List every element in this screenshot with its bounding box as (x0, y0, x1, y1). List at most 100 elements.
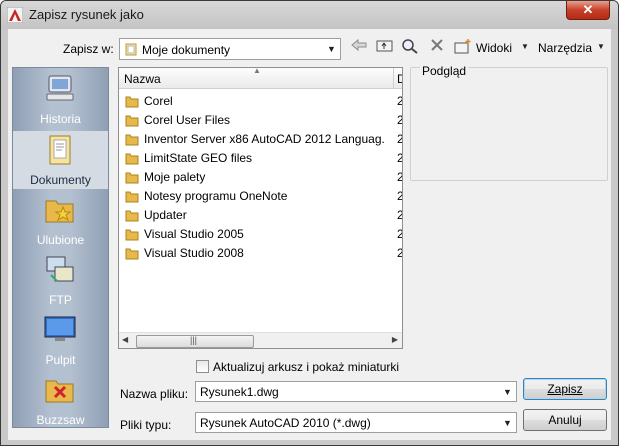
new-folder-icon (454, 39, 471, 54)
place-label: Buzzsaw (36, 413, 85, 427)
list-item[interactable]: Corel User Files 2 (119, 111, 402, 130)
back-button[interactable] (348, 38, 370, 58)
place-buzzsaw[interactable]: Buzzsaw (13, 371, 108, 429)
file-list[interactable]: ▲ Nazwa D Corel 2 Corel User Files 2 Invento… (118, 67, 403, 349)
file-date: 2 (397, 113, 402, 127)
folder-icon (125, 191, 139, 203)
place-documents[interactable]: Dokumenty (13, 131, 108, 189)
folder-icon (125, 210, 139, 222)
title-bar[interactable]: Zapisz rysunek jako ✕ (1, 1, 618, 29)
file-name: Visual Studio 2008 (144, 246, 244, 260)
file-name: Moje palety (144, 170, 206, 184)
save-button-label: Zapisz (547, 382, 583, 396)
file-date: 2 (397, 151, 402, 165)
file-date: 2 (397, 170, 402, 184)
list-item[interactable]: Updater 2 (119, 206, 402, 225)
place-label: Dokumenty (30, 173, 91, 187)
sort-ascending-icon: ▲ (253, 67, 261, 75)
folder-icon (125, 229, 139, 241)
places-bar: Historia Dokumenty Ulubione FTP Pulpit B… (12, 67, 109, 428)
file-list-header: ▲ Nazwa D (119, 68, 402, 89)
tools-menu[interactable]: Narzędzia (538, 41, 592, 55)
file-name: Notesy programu OneNote (144, 189, 288, 203)
delete-icon (431, 39, 443, 51)
update-thumbnails-checkbox[interactable] (196, 360, 209, 373)
save-button[interactable]: Zapisz (523, 378, 607, 400)
list-item[interactable]: Moje palety 2 (119, 168, 402, 187)
folder-icon (125, 153, 139, 165)
place-desktop[interactable]: Pulpit (13, 311, 108, 369)
ftp-icon (46, 256, 74, 282)
file-name: Corel (144, 94, 173, 108)
look-in-value: Moje dokumenty (142, 43, 231, 57)
file-date: 2 (397, 227, 402, 241)
desktop-icon (44, 316, 76, 341)
scroll-left-icon[interactable]: ◀ (122, 335, 128, 344)
file-date: 2 (397, 94, 402, 108)
chevron-down-icon[interactable]: ▼ (499, 413, 516, 432)
filetype-value[interactable]: Rysunek AutoCAD 2010 (*.dwg) (200, 416, 371, 430)
file-name: Inventor Server x86 AutoCAD 2012 Languag… (144, 132, 384, 146)
views-menu[interactable]: Widoki (476, 41, 512, 55)
place-label: Historia (40, 112, 81, 126)
place-history[interactable]: Historia (13, 70, 108, 128)
folder-icon (125, 96, 139, 108)
list-item[interactable]: Visual Studio 2005 2 (119, 225, 402, 244)
file-date: 2 (397, 246, 402, 260)
column-header-date[interactable]: D (397, 72, 402, 86)
window-title: Zapisz rysunek jako (29, 7, 144, 22)
file-name: Corel User Files (144, 113, 231, 127)
list-item[interactable]: Corel 2 (119, 92, 402, 111)
folder-icon (125, 248, 139, 260)
file-name: Updater (144, 208, 187, 222)
column-divider[interactable] (393, 68, 394, 89)
list-item[interactable]: Visual Studio 2008 2 (119, 244, 402, 263)
views-dropdown-icon[interactable]: ▼ (521, 42, 529, 51)
file-name: LimitState GEO files (144, 151, 253, 165)
preview-label: Podgląd (420, 64, 469, 78)
chevron-down-icon[interactable]: ▼ (323, 39, 340, 59)
place-label: Pulpit (45, 353, 76, 367)
file-date: 2 (397, 189, 402, 203)
filename-value[interactable]: Rysunek1.dwg (200, 385, 279, 399)
filetype-label: Pliki typu: (120, 418, 172, 432)
filename-combobox[interactable]: Rysunek1.dwg ▼ (195, 381, 517, 402)
file-name: Visual Studio 2005 (144, 227, 244, 241)
filename-label: Nazwa pliku: (120, 387, 189, 401)
history-icon (46, 75, 74, 101)
list-item[interactable]: LimitState GEO files 2 (119, 149, 402, 168)
autocad-app-icon (7, 7, 23, 23)
place-label: FTP (49, 293, 72, 307)
favorites-icon (45, 200, 74, 223)
up-folder-button[interactable] (374, 38, 396, 58)
save-drawing-dialog: Zapisz rysunek jako ✕ Zapisz w: Moje dok… (0, 0, 619, 446)
horizontal-scrollbar[interactable]: ◀ ||| ▶ (119, 332, 402, 348)
scroll-right-icon[interactable]: ▶ (392, 335, 398, 344)
column-header-name[interactable]: Nazwa (124, 72, 161, 86)
place-ftp[interactable]: FTP (13, 251, 108, 309)
search-web-button[interactable] (399, 38, 421, 58)
preview-panel: Podgląd (410, 64, 608, 181)
tools-dropdown-icon[interactable]: ▼ (597, 42, 605, 51)
place-favorites[interactable]: Ulubione (13, 191, 108, 249)
up-folder-icon (376, 40, 393, 52)
file-date: 2 (397, 208, 402, 222)
list-item[interactable]: Notesy programu OneNote 2 (119, 187, 402, 206)
close-button[interactable]: ✕ (566, 1, 610, 20)
look-in-combobox[interactable]: Moje dokumenty ▼ (119, 38, 341, 60)
grip-icon: ||| (190, 335, 198, 345)
list-item[interactable]: Inventor Server x86 AutoCAD 2012 Languag… (119, 130, 402, 149)
search-icon (402, 39, 418, 54)
new-folder-button[interactable] (452, 38, 474, 58)
close-icon: ✕ (582, 2, 594, 17)
cancel-button[interactable]: Anuluj (523, 409, 607, 431)
buzzsaw-icon (45, 380, 74, 403)
folder-icon (125, 172, 139, 184)
scrollbar-thumb[interactable]: ||| (136, 335, 254, 348)
delete-button[interactable] (426, 38, 448, 58)
filetype-combobox[interactable]: Rysunek AutoCAD 2010 (*.dwg) ▼ (195, 412, 517, 433)
file-date: 2 (397, 132, 402, 146)
back-arrow-icon (351, 38, 367, 52)
place-label: Ulubione (36, 233, 85, 247)
chevron-down-icon[interactable]: ▼ (499, 382, 516, 401)
